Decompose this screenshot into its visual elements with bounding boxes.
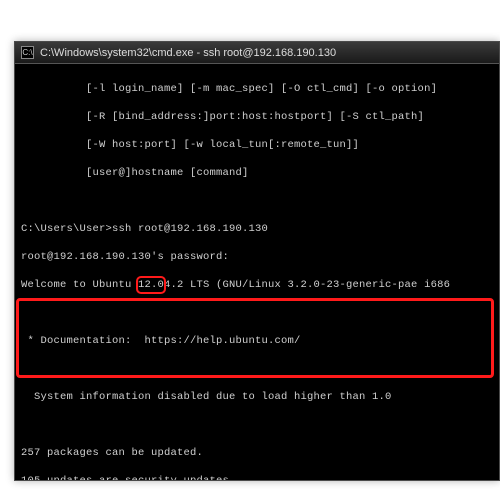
usage-line: [-l login_name] [-m mac_spec] [-O ctl_cm… (21, 82, 493, 96)
window-title: C:\Windows\system32\cmd.exe - ssh root@1… (40, 47, 336, 59)
docs-line: * Documentation: https://help.ubuntu.com… (21, 334, 493, 348)
security-line: 105 updates are security updates. (21, 474, 493, 481)
usage-line: [user@]hostname [command] (21, 166, 493, 180)
titlebar[interactable]: C:\ C:\Windows\system32\cmd.exe - ssh ro… (15, 42, 499, 64)
sysinfo-line: System information disabled due to load … (21, 390, 493, 404)
ssh-command: C:\Users\User>ssh root@192.168.190.130 (21, 222, 493, 236)
password-prompt: root@192.168.190.130's password: (21, 250, 493, 264)
cmd-icon: C:\ (21, 46, 34, 59)
packages-line: 257 packages can be updated. (21, 446, 493, 460)
cmd-window: C:\ C:\Windows\system32\cmd.exe - ssh ro… (14, 41, 500, 481)
terminal-output[interactable]: [-l login_name] [-m mac_spec] [-O ctl_cm… (15, 64, 499, 481)
welcome-line: Welcome to Ubuntu 12.04.2 LTS (GNU/Linux… (21, 278, 493, 292)
usage-line: [-W host:port] [-w local_tun[:remote_tun… (21, 138, 493, 152)
usage-line: [-R [bind_address:]port:host:hostport] [… (21, 110, 493, 124)
